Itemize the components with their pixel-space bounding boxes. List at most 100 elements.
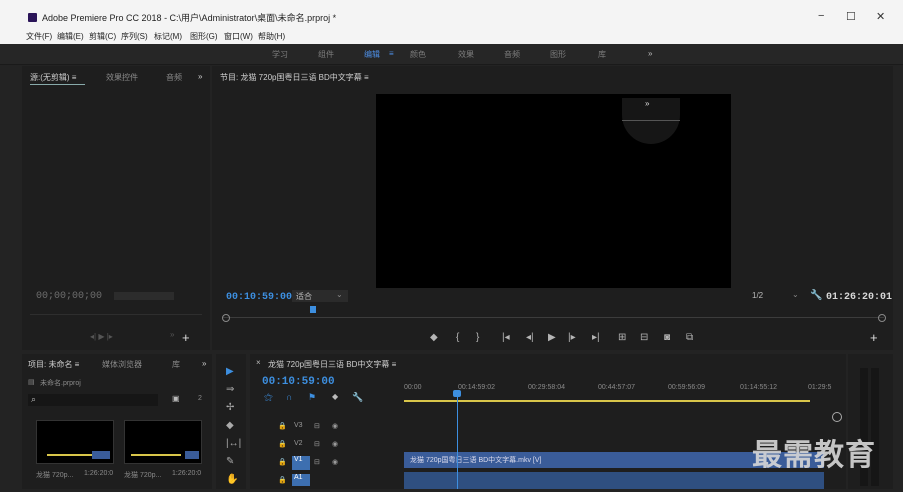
zoom-handle-left[interactable] <box>222 314 230 322</box>
linked-selection-icon[interactable]: ⚑ <box>308 392 316 403</box>
clip-thumbnail-2[interactable] <box>124 420 202 464</box>
snap-icon[interactable]: ∩ <box>286 392 292 402</box>
menu-help[interactable]: 帮助(H) <box>258 31 285 42</box>
pen-tool-icon[interactable]: ✎ <box>226 456 234 467</box>
workspace-libraries[interactable]: 库 <box>598 49 606 60</box>
source-timecode[interactable]: 00;00;00;00 <box>36 291 102 302</box>
clip-duration-1: 1:26:20:0 <box>84 470 114 477</box>
track-header-v1: 🔒 V1 ⊟ ◉ <box>278 456 408 474</box>
chevron-down-icon: ⌄ <box>336 290 343 299</box>
go-to-out-icon[interactable]: ▸| <box>592 332 600 343</box>
audio-clip[interactable] <box>404 472 824 489</box>
menu-file[interactable]: 文件(F) <box>26 31 52 42</box>
tab-libraries[interactable]: 库 <box>172 359 180 370</box>
fit-dropdown[interactable]: 适合 ⌄ <box>292 290 348 302</box>
resolution-label: 1/2 <box>752 291 764 300</box>
tab-audio-mixer[interactable]: 音频 <box>166 72 182 83</box>
ripple-edit-tool-icon[interactable]: ✢ <box>226 402 234 413</box>
workspace-editing[interactable]: 编辑 <box>364 49 380 60</box>
menu-clip[interactable]: 剪辑(C) <box>89 31 116 42</box>
slip-tool-icon[interactable]: |↔| <box>226 438 241 449</box>
tab-media-browser[interactable]: 媒体浏览器 <box>102 359 142 370</box>
step-forward-icon[interactable]: |▸ <box>568 332 576 343</box>
timeline-timecode[interactable]: 00:10:59:00 <box>262 376 335 388</box>
sync-lock-icon[interactable]: ⊟ <box>314 422 320 430</box>
close-button[interactable]: ✕ <box>876 10 885 23</box>
sync-lock-icon[interactable]: ⊟ <box>314 458 320 466</box>
work-area-bar[interactable] <box>404 400 810 402</box>
new-bin-icon[interactable]: ▣ <box>172 394 180 403</box>
program-playhead-timecode[interactable]: 00:10:59:00 <box>226 292 292 303</box>
vertical-zoom-handle[interactable] <box>832 412 842 422</box>
track-label[interactable]: V1 <box>292 456 310 470</box>
minimize-button[interactable]: − <box>818 10 824 22</box>
playhead-handle[interactable] <box>453 390 462 397</box>
menu-graphics[interactable]: 图形(G) <box>190 31 218 42</box>
tab-timeline-sequence[interactable]: 龙猫 720p国粤日三语 BD中文字幕 ≡ <box>268 359 396 370</box>
workspace-assembly[interactable]: 组件 <box>318 49 334 60</box>
workspace-effects[interactable]: 效果 <box>458 49 474 60</box>
play-icon[interactable]: ▶ <box>548 332 556 343</box>
source-more-icon[interactable]: » <box>198 72 202 81</box>
add-marker-icon[interactable]: ◆ <box>430 332 438 343</box>
hand-tool-icon[interactable]: ✋ <box>226 474 238 485</box>
lock-icon[interactable]: 🔒 <box>278 422 287 430</box>
timeline-close-icon[interactable]: × <box>256 358 261 367</box>
source-transport-controls[interactable]: ◂| ▶ |▸ <box>90 332 113 341</box>
step-back-icon[interactable]: ◂| <box>526 332 534 343</box>
ruler-label: 00:59:56:09 <box>668 384 705 391</box>
export-frame-icon[interactable]: ◙ <box>664 332 670 343</box>
workspace-graphics[interactable]: 图形 <box>550 49 566 60</box>
track-select-tool-icon[interactable]: ⇒ <box>226 384 234 395</box>
tab-effect-controls[interactable]: 效果控件 <box>106 72 138 83</box>
menu-marker[interactable]: 标记(M) <box>154 31 182 42</box>
source-add-button[interactable]: + <box>182 330 190 345</box>
settings-wrench-icon[interactable]: 🔧 <box>810 290 822 301</box>
source-button-editor-icon[interactable]: » <box>170 330 174 339</box>
lock-icon[interactable]: 🔒 <box>278 476 287 484</box>
overlay-more-icon[interactable]: » <box>645 99 649 108</box>
overlay-shape: » <box>622 98 680 144</box>
razor-tool-icon[interactable]: ◆ <box>226 420 234 431</box>
eye-icon[interactable]: ◉ <box>332 458 338 466</box>
lock-icon[interactable]: 🔒 <box>278 440 287 448</box>
mark-out-icon[interactable]: } <box>476 332 479 343</box>
menu-window[interactable]: 窗口(W) <box>224 31 253 42</box>
workspace-learning[interactable]: 学习 <box>272 49 288 60</box>
program-playhead[interactable] <box>310 306 316 313</box>
resolution-dropdown[interactable]: 1/2 ⌄ <box>748 290 802 302</box>
extract-icon[interactable]: ⊟ <box>640 332 648 343</box>
maximize-button[interactable]: ☐ <box>846 10 856 23</box>
eye-icon[interactable]: ◉ <box>332 422 338 430</box>
program-scrub-bar[interactable] <box>222 306 886 324</box>
workspace-color[interactable]: 颜色 <box>410 49 426 60</box>
program-add-button[interactable]: + <box>870 330 878 345</box>
comparison-view-icon[interactable]: ⧉ <box>686 332 693 343</box>
project-search-input[interactable]: ⌕ <box>28 394 158 406</box>
source-zoom-bar[interactable] <box>114 292 174 300</box>
insert-nest-icon[interactable]: ⚝ <box>264 392 273 403</box>
project-more-icon[interactable]: » <box>202 359 206 368</box>
sync-lock-icon[interactable]: ⊟ <box>314 440 320 448</box>
clip-thumbnail-1[interactable] <box>36 420 114 464</box>
go-to-in-icon[interactable]: |◂ <box>502 332 510 343</box>
menu-edit[interactable]: 编辑(E) <box>57 31 84 42</box>
add-marker-icon[interactable]: ◆ <box>332 392 338 401</box>
tab-project[interactable]: 项目: 未命名 ≡ <box>28 359 79 370</box>
eye-icon[interactable]: ◉ <box>332 440 338 448</box>
workspace-menu-icon[interactable]: ≡ <box>389 49 394 58</box>
lock-icon[interactable]: 🔒 <box>278 458 287 466</box>
tab-program[interactable]: 节目: 龙猫 720p国粤日三语 BD中文字幕 ≡ <box>220 72 369 83</box>
workspace-audio[interactable]: 音频 <box>504 49 520 60</box>
lift-icon[interactable]: ⊞ <box>618 332 626 343</box>
time-ruler[interactable]: 00:00 00:14:59:02 00:29:58:04 00:44:57:0… <box>404 376 846 404</box>
selection-tool-icon[interactable]: ▶ <box>226 366 234 377</box>
menu-sequence[interactable]: 序列(S) <box>121 31 148 42</box>
workspace-more-icon[interactable]: » <box>648 49 652 58</box>
zoom-handle-right[interactable] <box>878 314 886 322</box>
timeline-playhead[interactable] <box>453 390 462 489</box>
timeline-settings-icon[interactable]: 🔧 <box>352 392 363 403</box>
tab-source[interactable]: 源:(无剪辑) ≡ <box>30 72 76 83</box>
mark-in-icon[interactable]: { <box>456 332 459 343</box>
track-label[interactable]: A1 <box>292 474 310 486</box>
